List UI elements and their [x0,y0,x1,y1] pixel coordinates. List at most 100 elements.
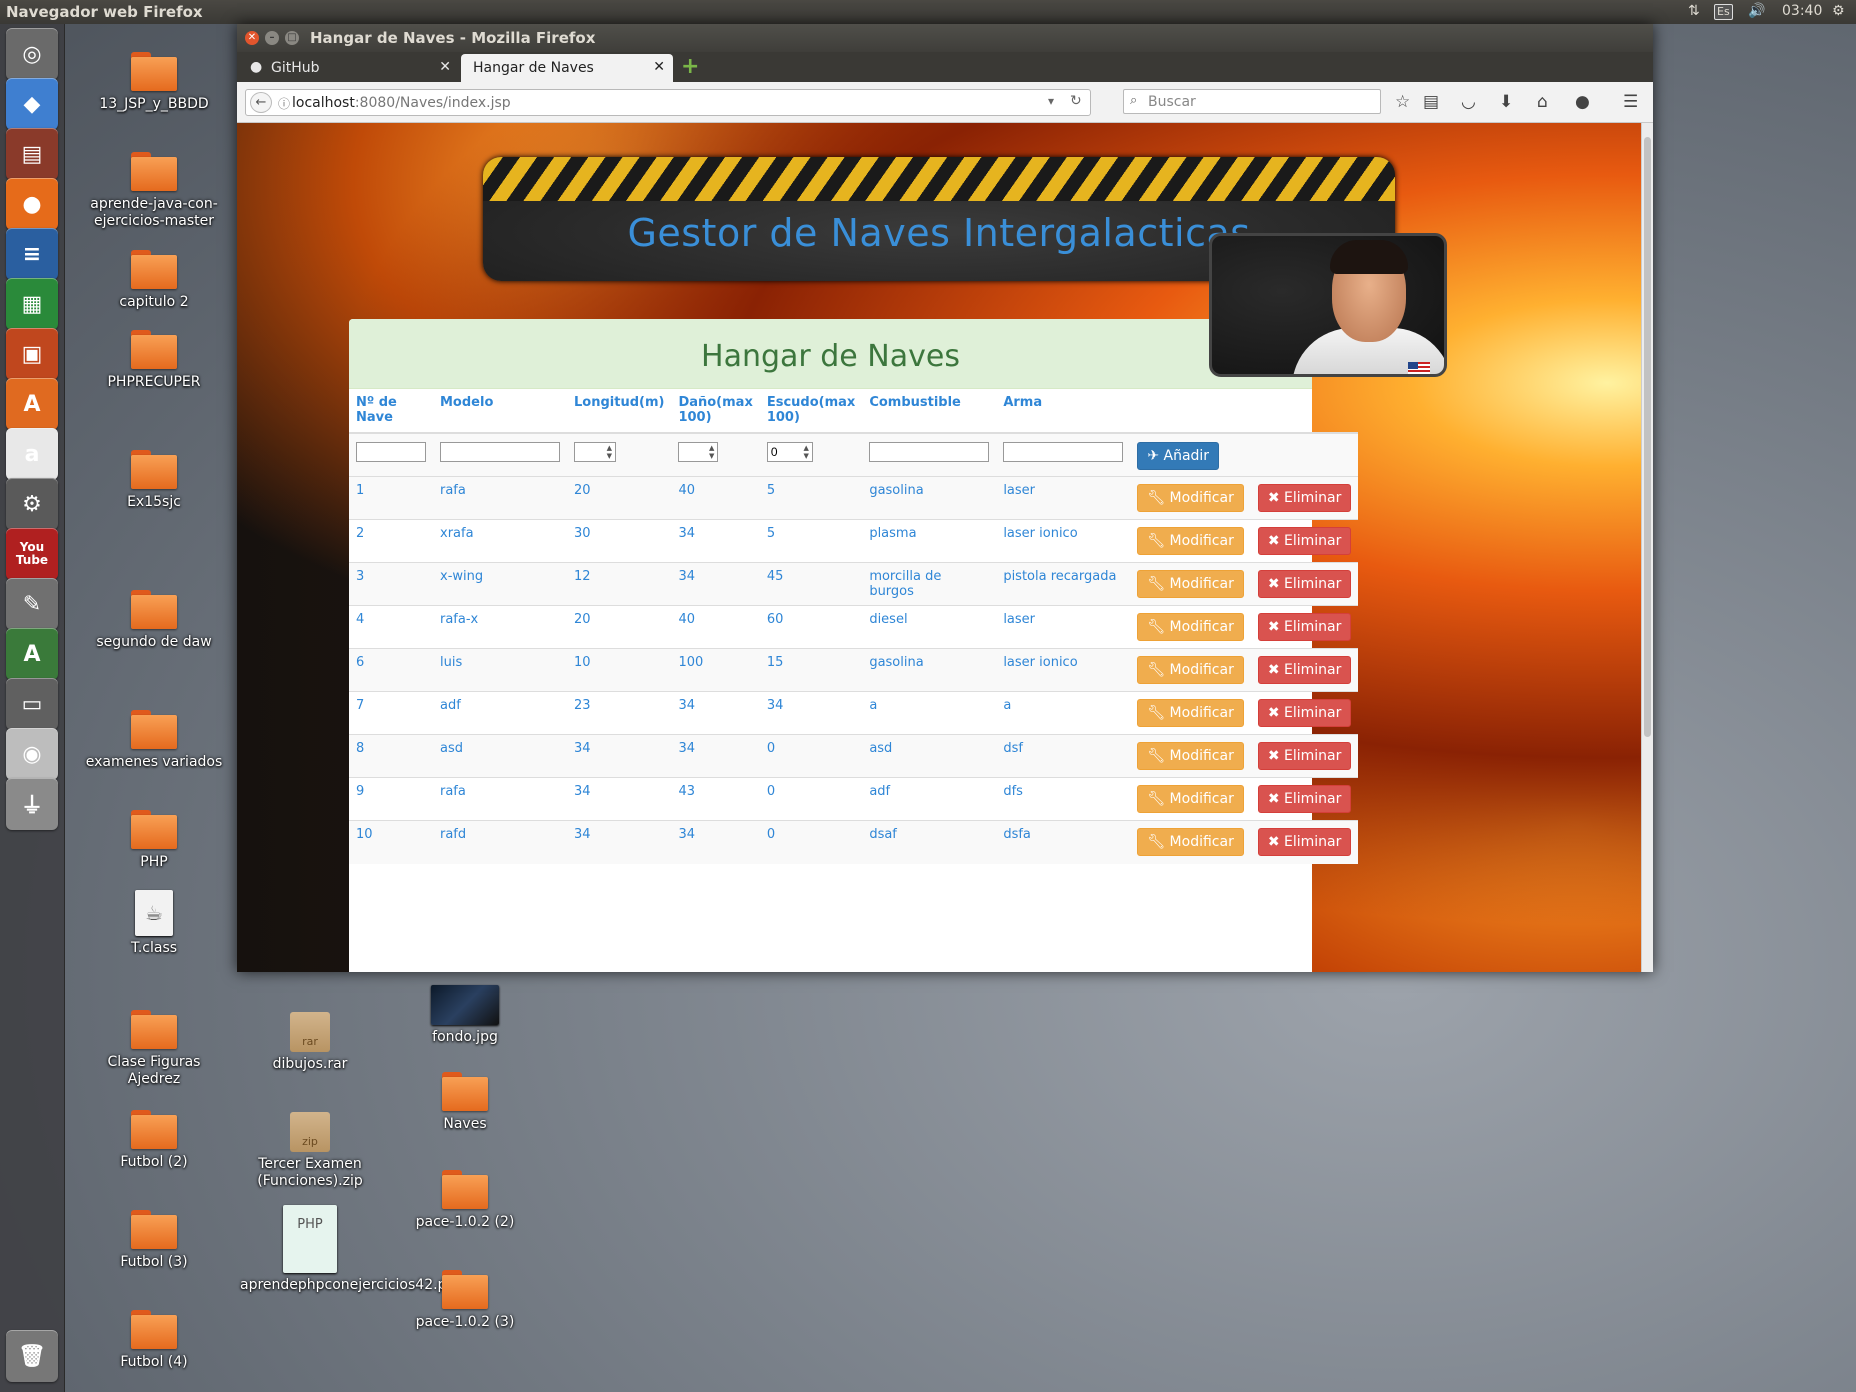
cell-modelo: rafd [433,820,567,864]
desktop-item[interactable]: examenes variados [84,710,224,771]
cell-longitud: 30 [567,519,672,563]
delete-button[interactable]: ✖ Eliminar [1257,613,1352,641]
add-button[interactable]: ✈ Añadir [1137,442,1220,470]
modify-button[interactable]: 🔧︎ Modificar [1137,527,1244,555]
pocket-icon[interactable]: ◡ [1461,92,1476,112]
delete-button[interactable]: ✖ Eliminar [1257,656,1352,684]
tab-hangar-de-naves[interactable]: Hangar de Naves ✕ [461,54,673,82]
desktop-item[interactable]: Ex15sjc [84,450,224,511]
url-dropdown-icon[interactable]: ▾ [1048,94,1054,108]
modify-button[interactable]: 🔧︎ Modificar [1137,484,1244,512]
file-manager-icon[interactable]: ▤ [6,128,58,180]
modify-button[interactable]: 🔧︎ Modificar [1137,785,1244,813]
amazon-icon[interactable]: a [6,428,58,480]
delete-button[interactable]: ✖ Eliminar [1257,484,1352,512]
desktop-item[interactable]: Futbol (4) [84,1310,224,1371]
web-page: Gestor de Naves Intergalacticas Hangar d… [237,123,1653,972]
delete-button[interactable]: ✖ Eliminar [1257,742,1352,770]
desktop-item[interactable]: fondo.jpg [395,985,535,1046]
combustible-input[interactable] [869,442,990,462]
search-input[interactable]: ⌕ Buscar [1123,89,1381,114]
back-arrow-icon[interactable]: ← [250,92,272,113]
desktop-item[interactable]: 13_JSP_y_BBDD [84,52,224,113]
stepper-arrows-icon[interactable]: ▲ ▼ [607,444,612,460]
keyboard-layout-indicator[interactable]: Es [1714,3,1733,20]
chat-icon[interactable]: ● [1575,92,1590,112]
firefox-icon[interactable]: ● [6,178,58,230]
modify-button[interactable]: 🔧︎ Modificar [1137,656,1244,684]
reload-icon[interactable]: ↻ [1070,93,1082,109]
dvd-icon[interactable]: ◉ [6,728,58,780]
modify-button[interactable]: 🔧︎ Modificar [1137,699,1244,727]
save-disk-icon[interactable]: ▭ [6,678,58,730]
delete-button[interactable]: ✖ Eliminar [1257,570,1352,598]
menu-hamburger-icon[interactable]: ☰ [1623,92,1638,112]
modelo-input[interactable] [440,442,560,462]
desktop-item[interactable]: pace-1.0.2 (3) [395,1270,535,1331]
desktop-item[interactable]: PHP aprendephpconejercicios42.pdf [240,1205,460,1294]
url-text[interactable]: localhost:8080/Naves/index.jsp [292,95,511,111]
numero-input[interactable] [356,442,426,462]
delete-button[interactable]: ✖ Eliminar [1257,699,1352,727]
calc-icon[interactable]: ▦ [6,278,58,330]
delete-button[interactable]: ✖ Eliminar [1257,527,1352,555]
network-icon[interactable]: ⇅ [1688,3,1700,19]
downloads-icon[interactable]: ⬇ [1499,92,1513,112]
gimp-icon[interactable]: ✎ [6,578,58,630]
system-settings-icon[interactable]: ⚙ [6,478,58,530]
home-icon[interactable]: ⌂ [1537,92,1548,112]
url-bar[interactable]: ← ⓘ localhost:8080/Naves/index.jsp ▾ ↻ [245,89,1091,116]
desktop-item[interactable]: Futbol (3) [84,1210,224,1271]
dash-icon[interactable]: ◎ [6,28,58,80]
desktop-item[interactable]: Clase Figuras Ajedrez [84,1010,224,1088]
desktop-item[interactable]: rar dibujos.rar [240,1012,380,1073]
desktop-item[interactable]: segundo de daw [84,590,224,651]
search-icon: ⌕ [1130,93,1138,108]
modify-button[interactable]: 🔧︎ Modificar [1137,570,1244,598]
modify-label: Modificar [1169,619,1234,635]
tab-close-icon[interactable]: ✕ [439,59,451,75]
desktop-item[interactable]: pace-1.0.2 (2) [395,1170,535,1231]
virtualbox-icon[interactable]: ◆ [6,78,58,130]
desktop-item[interactable]: Futbol (2) [84,1110,224,1171]
usb-icon[interactable]: ⏚ [6,778,58,830]
stepper-arrows-icon[interactable]: ▲ ▼ [803,444,808,460]
modify-button[interactable]: 🔧︎ Modificar [1137,613,1244,641]
site-info-icon[interactable]: ⓘ [278,95,290,112]
stepper-arrows-icon[interactable]: ▲ ▼ [709,444,714,460]
window-minimize-icon[interactable]: – [265,31,279,45]
desktop-item[interactable]: aprende-java-con-ejercicios-master [84,152,224,230]
desktop-item[interactable]: capitulo 2 [84,250,224,311]
software-updater-icon[interactable]: A [6,628,58,680]
tab-github[interactable]: ● GitHub ✕ [241,54,459,82]
modify-button[interactable]: 🔧︎ Modificar [1137,828,1244,856]
bookmark-star-icon[interactable]: ☆ [1395,92,1410,112]
desktop-item[interactable]: zip Tercer Examen (Funciones).zip [240,1112,380,1190]
system-menu-gear-icon[interactable]: ⚙ [1832,3,1845,19]
window-close-icon[interactable]: ✕ [245,31,259,45]
volume-icon[interactable]: 🔊 [1748,3,1765,19]
modify-button[interactable]: 🔧︎ Modificar [1137,742,1244,770]
trash-icon[interactable]: 🗑 [6,1330,58,1382]
delete-button[interactable]: ✖ Eliminar [1257,785,1352,813]
reading-list-icon[interactable]: ▤ [1423,92,1439,112]
window-maximize-icon[interactable]: □ [285,31,299,45]
arma-input[interactable] [1003,442,1124,462]
youtube-icon[interactable]: You Tube [6,528,58,580]
impress-icon[interactable]: ▣ [6,328,58,380]
writer-icon[interactable]: ≡ [6,228,58,280]
software-center-icon[interactable]: A [6,378,58,430]
desktop-item[interactable]: Naves [395,1072,535,1133]
clock[interactable]: 03:40 [1782,3,1822,19]
folder-icon [131,250,177,290]
window-titlebar[interactable]: ✕ – □ Hangar de Naves - Mozilla Firefox [237,24,1653,52]
delete-button[interactable]: ✖ Eliminar [1257,828,1352,856]
desktop-item[interactable]: PHP [84,810,224,871]
desktop-item[interactable]: ☕ T.class [84,890,224,957]
scrollbar-thumb[interactable] [1644,137,1651,737]
delete-label: Eliminar [1284,748,1342,764]
desktop-item[interactable]: PHPRECUPER [84,330,224,391]
page-scrollbar[interactable] [1641,123,1653,972]
tab-close-icon[interactable]: ✕ [653,59,665,75]
new-tab-plus-icon[interactable]: + [681,54,699,79]
